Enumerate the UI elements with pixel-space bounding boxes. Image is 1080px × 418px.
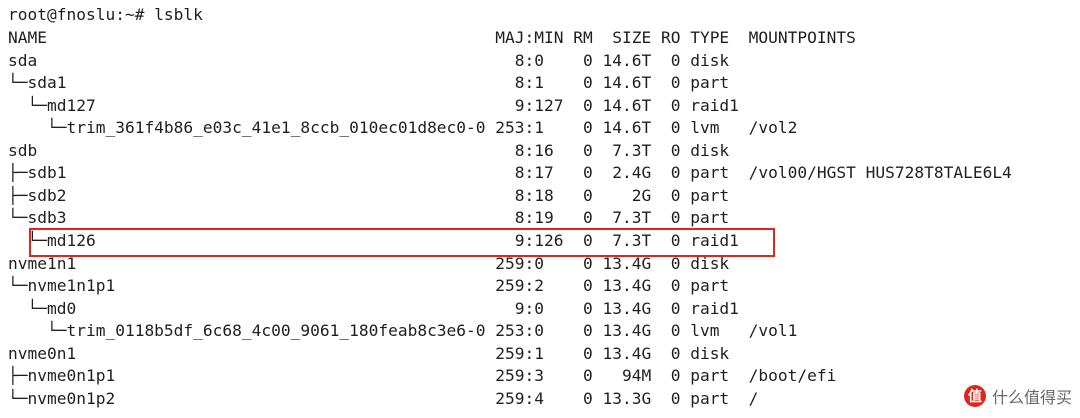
lsblk-row: nvme0n1 259:1 0 13.4G 0 disk xyxy=(8,344,730,363)
terminal-window[interactable]: root@fnoslu:~# lsblk NAME MAJ:MIN RM SIZ… xyxy=(0,0,1080,418)
lsblk-row: └─md127 9:127 0 14.6T 0 raid1 xyxy=(8,96,739,115)
lsblk-row: sda 8:0 0 14.6T 0 disk xyxy=(8,51,730,70)
lsblk-row: └─trim_361f4b86_e03c_41e1_8ccb_010ec01d8… xyxy=(8,118,798,137)
lsblk-row: └─md0 9:0 0 13.4G 0 raid1 xyxy=(8,299,739,318)
lsblk-header-line: NAME MAJ:MIN RM SIZE RO TYPE MOUNTPOINTS xyxy=(8,28,856,47)
lsblk-row: ├─sdb2 8:18 0 2G 0 part xyxy=(8,186,730,205)
lsblk-row: ├─nvme0n1p1 259:3 0 94M 0 part /boot/efi xyxy=(8,366,837,385)
lsblk-row: └─sdb3 8:19 0 7.3T 0 part xyxy=(8,208,730,227)
lsblk-row: ├─sdb1 8:17 0 2.4G 0 part /vol00/HGST HU… xyxy=(8,163,1012,182)
lsblk-row: └─trim_0118b5df_6c68_4c00_9061_180feab8c… xyxy=(8,321,798,340)
watermark-logo-icon: 值 xyxy=(963,385,986,407)
site-watermark: 值 什么值得买 xyxy=(963,382,1072,410)
lsblk-row: sdb 8:16 0 7.3T 0 disk xyxy=(8,141,730,160)
watermark-text: 什么值得买 xyxy=(991,388,1072,407)
lsblk-row: nvme1n1 259:0 0 13.4G 0 disk xyxy=(8,254,730,273)
lsblk-row: └─nvme1n1p1 259:2 0 13.4G 0 part xyxy=(8,276,730,295)
lsblk-row: └─nvme0n1p2 259:4 0 13.3G 0 part / xyxy=(8,389,759,408)
lsblk-row: └─sda1 8:1 0 14.6T 0 part xyxy=(8,73,730,92)
command-prompt-line: root@fnoslu:~# lsblk xyxy=(8,5,203,24)
lsblk-row-highlighted: └─md126 9:126 0 7.3T 0 raid1 xyxy=(8,231,739,250)
